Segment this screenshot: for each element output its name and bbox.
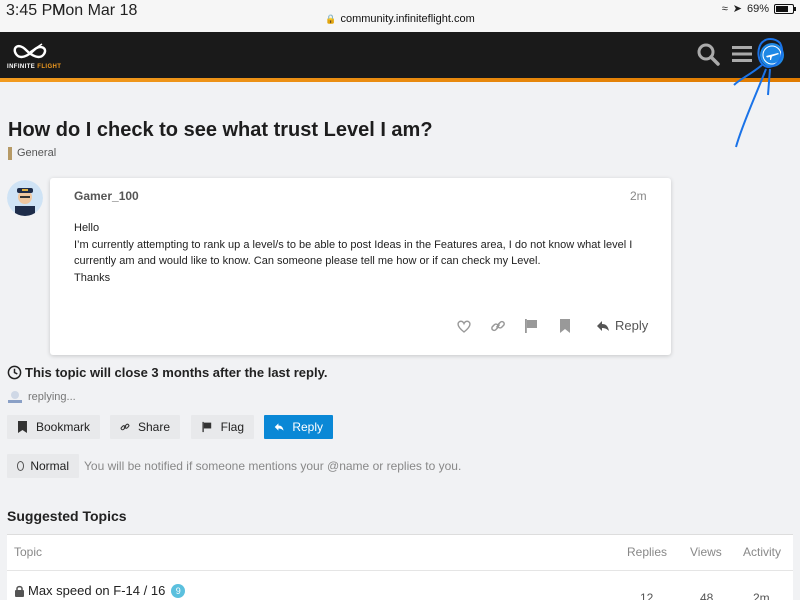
flag-icon [202, 421, 212, 433]
reply-button[interactable]: Reply [264, 415, 333, 439]
topic-close-notice: This topic will close 3 months after the… [7, 365, 327, 380]
replying-text: replying... [28, 391, 76, 403]
unread-count-badge[interactable]: 9 [171, 583, 186, 598]
bookmark-button[interactable]: Bookmark [7, 415, 100, 439]
lock-icon: 🔒 [325, 14, 337, 24]
column-header-replies[interactable]: Replies [627, 545, 667, 559]
column-header-views[interactable]: Views [690, 545, 722, 559]
topic-link[interactable]: Max speed on F-14 / 16 [28, 583, 165, 598]
post-line: Thanks [74, 271, 111, 284]
bookmark-icon [17, 421, 27, 433]
flag-label: Flag [220, 420, 244, 434]
hamburger-menu-icon[interactable] [730, 42, 754, 66]
column-header-topic[interactable]: Topic [14, 545, 42, 559]
location-icon: ➤ [732, 3, 742, 15]
replying-indicator: replying... [7, 390, 76, 404]
infinite-flight-logo[interactable] [8, 36, 80, 76]
close-notice-text: This topic will close 3 months after the… [25, 365, 328, 380]
row-views: 48 [700, 591, 714, 600]
url-bar[interactable]: 🔒 community.infiniteflight.com [0, 13, 800, 25]
search-icon[interactable] [696, 42, 720, 66]
reply-label: Reply [292, 420, 323, 434]
share-label: Share [137, 420, 170, 434]
post-author-avatar[interactable] [7, 180, 43, 216]
heart-icon[interactable] [456, 318, 472, 334]
status-right: ≈ ➤ 69% [721, 2, 796, 15]
bookmark-label: Bookmark [35, 420, 90, 434]
reply-arrow-icon [597, 320, 609, 331]
post-reply-button[interactable]: Reply [596, 318, 648, 333]
battery-percent: 69% [746, 2, 769, 15]
flag-icon[interactable] [523, 318, 539, 334]
post-reply-label: Reply [615, 318, 649, 333]
flag-button[interactable]: Flag [191, 415, 254, 439]
bookmark-icon[interactable] [557, 318, 573, 334]
row-replies: 12 [640, 591, 654, 600]
post-username[interactable]: Gamer_100 [74, 189, 139, 203]
logo-text: INFINITE FLIGHT [7, 64, 62, 70]
battery-icon [774, 3, 796, 14]
notification-level-label: Normal [30, 459, 69, 473]
reply-arrow-icon [274, 423, 284, 431]
category-badge[interactable]: General [8, 147, 56, 160]
header-accent-bar [0, 78, 800, 82]
user-avatar-button[interactable] [760, 43, 784, 67]
circle-icon [17, 461, 25, 471]
clock-icon [7, 365, 22, 380]
site-header [0, 32, 800, 78]
row-activity[interactable]: 2m [753, 591, 770, 600]
link-icon[interactable] [490, 318, 506, 334]
notification-level-button[interactable]: Normal [7, 454, 79, 478]
url-text: community.infiniteflight.com [340, 13, 475, 25]
column-header-activity[interactable]: Activity [743, 545, 781, 559]
post-timestamp[interactable]: 2m [630, 189, 647, 203]
notification-description: You will be notified if someone mentions… [84, 459, 462, 473]
table-row-title[interactable]: Max speed on F-14 / 16 9 [14, 583, 186, 598]
link-icon [120, 423, 130, 431]
post-line: I’m currently attempting to rank up a le… [74, 238, 633, 268]
replying-avatar [8, 391, 22, 403]
suggested-topics-heading: Suggested Topics [7, 508, 127, 524]
post-body: Hello I’m currently attempting to rank u… [74, 220, 654, 286]
wifi-icon: ≈ [721, 2, 728, 15]
post-line: Hello [74, 222, 100, 234]
share-button[interactable]: Share [110, 415, 180, 439]
airplane-icon [762, 45, 782, 65]
topic-title: How do I check to see what trust Level I… [8, 119, 433, 141]
lock-icon [15, 585, 24, 597]
table-divider [7, 570, 793, 571]
